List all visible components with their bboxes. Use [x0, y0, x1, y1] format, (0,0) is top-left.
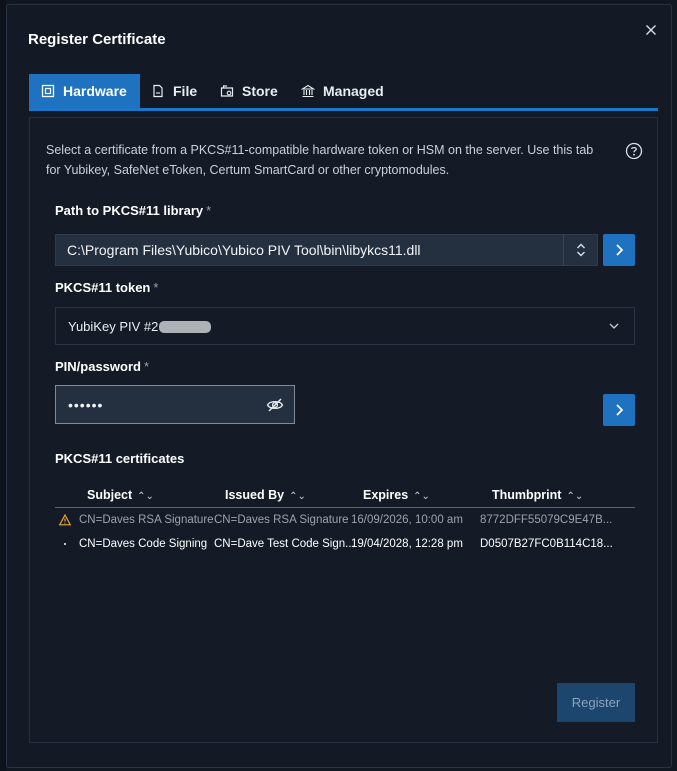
- pin-input[interactable]: ••••••: [55, 385, 295, 424]
- unlock-token-button[interactable]: [603, 394, 635, 426]
- chevron-right-icon: [616, 244, 624, 256]
- cell-subject: CN=Daves RSA Signature: [79, 514, 214, 526]
- close-button[interactable]: [643, 22, 659, 38]
- eye-off-icon[interactable]: [266, 396, 284, 414]
- token-value: YubiKey PIV #2: [56, 318, 212, 334]
- dialog-title: Register Certificate: [28, 31, 166, 48]
- token-value-text: YubiKey PIV #2: [68, 318, 159, 334]
- chip-icon: [41, 84, 55, 98]
- required-mark: *: [143, 359, 150, 374]
- tab-hardware[interactable]: Hardware: [29, 74, 140, 108]
- hardware-panel: Select a certificate from a PKCS#11-comp…: [29, 117, 658, 743]
- chevron-right-icon: [616, 404, 624, 416]
- register-button[interactable]: Register: [557, 683, 635, 722]
- token-select[interactable]: YubiKey PIV #2: [55, 307, 635, 345]
- table-row[interactable]: CN=Daves RSA Signature CN=Daves RSA Sign…: [55, 508, 635, 532]
- tab-bar: Hardware File Store Managed: [29, 74, 658, 111]
- token-label: PKCS#11 token *: [55, 280, 158, 295]
- library-label: Path to PKCS#11 library *: [55, 203, 211, 218]
- column-thumbprint[interactable]: Thumbprint ⌃⌄: [492, 488, 583, 502]
- column-subject[interactable]: Subject ⌃⌄: [87, 488, 154, 502]
- sort-icon: ⌃⌄: [289, 491, 306, 502]
- store-icon: [220, 85, 234, 97]
- load-library-button[interactable]: [603, 234, 635, 266]
- help-button[interactable]: [625, 142, 643, 160]
- library-label-text: Path to PKCS#11 library: [55, 203, 204, 218]
- hardware-description: Select a certificate from a PKCS#11-comp…: [46, 143, 594, 177]
- chevron-up-down-icon: [577, 243, 585, 257]
- column-issued-by-label: Issued By: [225, 488, 285, 502]
- cell-issued-by: CN=Daves RSA Signature: [214, 514, 349, 526]
- required-mark: *: [153, 280, 159, 295]
- column-subject-label: Subject: [87, 488, 133, 502]
- tab-managed[interactable]: Managed: [301, 74, 384, 108]
- required-mark: *: [206, 203, 212, 218]
- cell-subject: CN=Daves Code Signing: [79, 538, 208, 550]
- sort-icon: ⌃⌄: [566, 491, 584, 502]
- token-label-text: PKCS#11 token: [55, 280, 151, 295]
- tab-store-label: Store: [242, 83, 278, 99]
- column-thumbprint-label: Thumbprint: [492, 488, 562, 502]
- chevron-down-icon: [609, 323, 619, 329]
- tab-store[interactable]: Store: [220, 74, 278, 108]
- cell-thumbprint: 8772DFF55079C9E47B...: [480, 514, 613, 526]
- file-icon: [153, 84, 163, 98]
- bank-icon: [301, 84, 315, 98]
- certificates-label: PKCS#11 certificates: [55, 451, 185, 466]
- cell-issued-by: CN=Dave Test Code Sign...: [214, 538, 355, 550]
- tab-hardware-label: Hardware: [63, 83, 127, 99]
- pin-value: ••••••: [68, 396, 104, 413]
- tab-managed-label: Managed: [323, 83, 384, 99]
- pin-label: PIN/password *: [55, 359, 149, 374]
- register-certificate-dialog: Register Certificate Hardware File Store…: [6, 4, 672, 768]
- pin-label-text: PIN/password: [55, 359, 141, 374]
- row-dot-marker: [64, 543, 66, 545]
- library-path-picker[interactable]: [563, 234, 598, 266]
- column-expires[interactable]: Expires ⌃⌄: [363, 488, 430, 502]
- certificates-table: Subject ⌃⌄ Issued By ⌃⌄ Expires ⌃⌄ Thumbpri…: [55, 484, 635, 556]
- cell-expires: 19/04/2028, 12:28 pm: [351, 538, 463, 550]
- cell-expires: 16/09/2026, 10:00 am: [351, 514, 463, 526]
- table-row[interactable]: CN=Daves Code Signing CN=Dave Test Code …: [55, 532, 635, 556]
- sort-icon: ⌃⌄: [137, 491, 154, 502]
- library-path-value: C:\Program Files\Yubico\Yubico PIV Tool\…: [67, 242, 421, 258]
- column-expires-label: Expires: [363, 488, 409, 502]
- warning-icon: [59, 514, 71, 526]
- library-path-field[interactable]: C:\Program Files\Yubico\Yubico PIV Tool\…: [55, 234, 598, 266]
- table-header: Subject ⌃⌄ Issued By ⌃⌄ Expires ⌃⌄ Thumbpri…: [55, 484, 635, 508]
- tab-file[interactable]: File: [151, 74, 197, 108]
- tab-file-label: File: [173, 83, 198, 99]
- redaction-mark: [159, 321, 212, 334]
- close-icon: [646, 25, 656, 35]
- column-issued-by[interactable]: Issued By ⌃⌄: [225, 488, 306, 502]
- help-icon: [625, 142, 643, 160]
- sort-icon: ⌃⌄: [413, 491, 430, 502]
- cell-thumbprint: D0507B27FC0B114C18...: [480, 538, 613, 550]
